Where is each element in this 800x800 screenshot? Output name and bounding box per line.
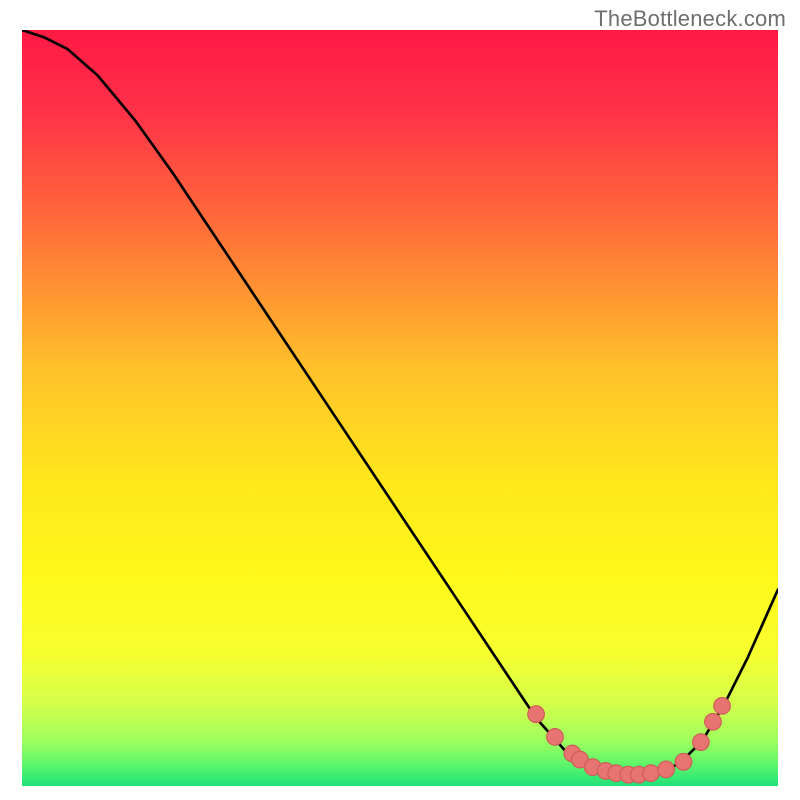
data-dot: [528, 706, 545, 723]
gradient-background: [22, 30, 778, 786]
data-dot: [658, 761, 675, 778]
chart-svg: [22, 30, 778, 786]
plot-area: [22, 30, 778, 786]
data-dot: [547, 729, 564, 746]
data-dot: [643, 765, 660, 782]
chart-container: TheBottleneck.com: [0, 0, 800, 800]
data-dot: [714, 698, 731, 715]
data-dot: [705, 713, 722, 730]
data-dot: [693, 734, 710, 751]
watermark-text: TheBottleneck.com: [594, 6, 786, 32]
data-dot: [675, 753, 692, 770]
